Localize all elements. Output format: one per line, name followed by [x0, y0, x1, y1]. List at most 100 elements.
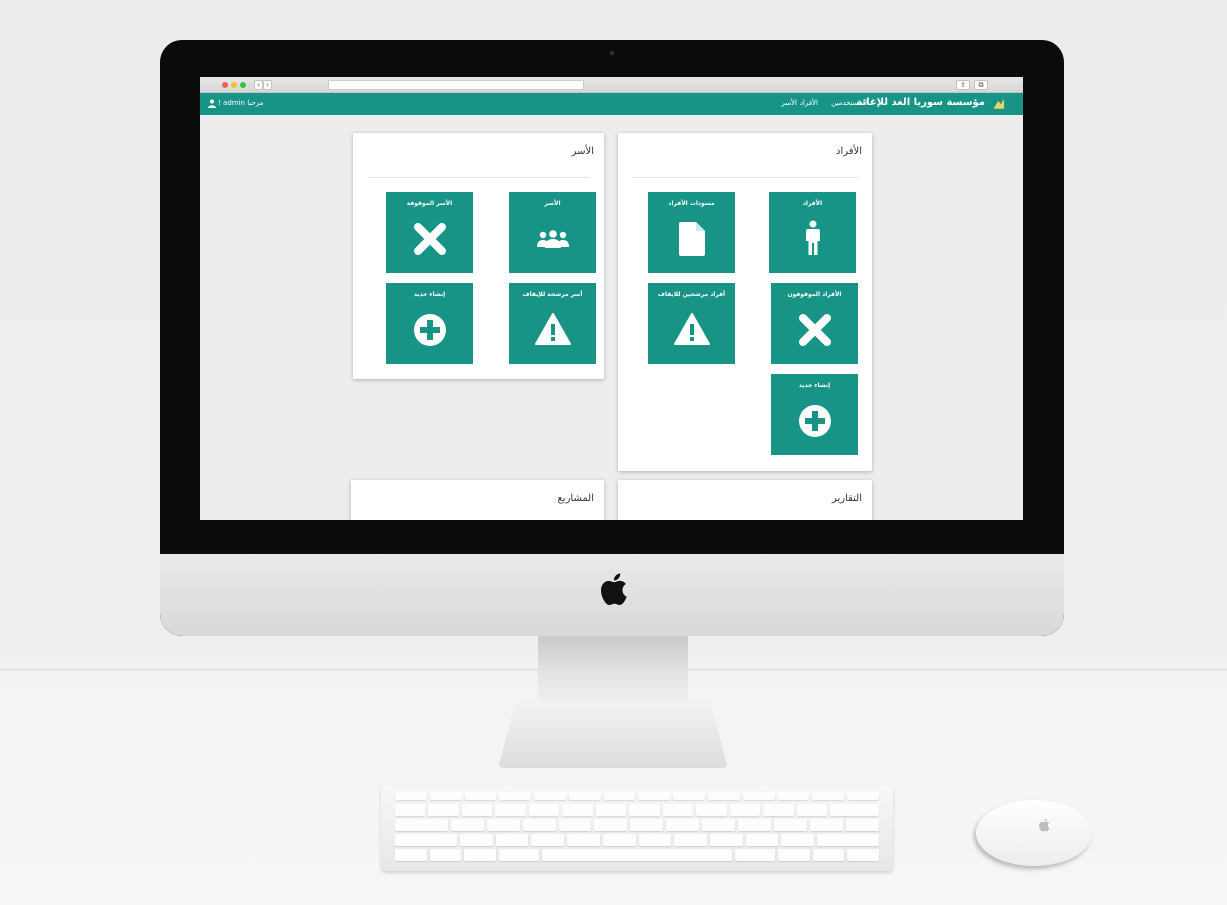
tile-families[interactable]: الأسر: [509, 192, 596, 273]
tile-individuals[interactable]: الأفراد: [769, 192, 856, 273]
nav-link-users[interactable]: المستخدمين: [831, 99, 867, 107]
key: [812, 849, 845, 861]
key: [499, 792, 532, 800]
key: [562, 804, 593, 816]
minimize-window-button[interactable]: [231, 82, 237, 88]
key: [594, 819, 628, 831]
keyboard-row: [395, 834, 880, 846]
key: [630, 819, 664, 831]
tile-candidate-families[interactable]: أسر مرشحة للإيقاف: [509, 283, 596, 364]
warning-icon: [673, 313, 710, 345]
key: [603, 792, 636, 800]
group-icon: [536, 230, 569, 248]
key: [495, 834, 529, 846]
key: [816, 834, 880, 846]
key: [673, 792, 706, 800]
key: [781, 834, 814, 846]
key: [429, 849, 461, 861]
key: [395, 849, 427, 861]
share-button[interactable]: ⇧: [956, 80, 970, 90]
tabs-button[interactable]: ⧉: [974, 80, 988, 90]
forward-button[interactable]: ›: [263, 80, 272, 90]
tile-create-individual[interactable]: إنشاء جديد: [771, 374, 858, 455]
key: [450, 819, 484, 831]
apple-logo-icon: [1039, 818, 1050, 832]
key: [674, 834, 707, 846]
tile-label: أفراد مرشحين للايقاف: [657, 291, 726, 298]
tile-drafts[interactable]: مسودات الأفراد: [648, 192, 735, 273]
key: [461, 804, 493, 816]
top-navbar: مؤسسة سوريا الغد للإغاثة المستخدمين الأف…: [200, 93, 1023, 115]
key: [595, 804, 627, 816]
key: [830, 804, 880, 816]
key: [666, 819, 700, 831]
key: [778, 849, 810, 861]
key: [696, 804, 727, 816]
key: [531, 834, 565, 846]
keyboard: [381, 785, 893, 871]
keyboard-row: [395, 819, 879, 831]
tile-label: الأسر الموقوفة: [406, 200, 453, 207]
tile-candidate-individuals[interactable]: أفراد مرشحين للايقاف: [648, 283, 735, 364]
tile-create-family[interactable]: إنشاء جديد: [386, 283, 473, 364]
key: [428, 804, 459, 816]
key: [847, 849, 879, 861]
key: [708, 792, 740, 800]
key: [568, 792, 601, 800]
panel-individuals: الأفراد الأفراد مسودات الأفراد الأفراد ا…: [618, 133, 872, 471]
screen: ‹ › ⇧ ⧉ مؤسسة سوريا الغد للإغاثة المستخد…: [200, 77, 1023, 520]
tile-label: الأسر: [544, 200, 561, 207]
key: [395, 792, 427, 800]
magic-mouse: [976, 800, 1092, 866]
key: [734, 849, 776, 861]
key: [812, 792, 845, 800]
key: [395, 834, 458, 846]
key: [662, 804, 694, 816]
key: [629, 804, 660, 816]
key: [846, 819, 879, 831]
person-icon: [805, 220, 820, 255]
plus-circle-icon: [413, 314, 446, 346]
apple-logo-icon: [600, 573, 627, 606]
brand-logo-icon[interactable]: [993, 98, 1005, 110]
key: [558, 819, 592, 831]
warning-icon: [534, 313, 571, 345]
divider: [367, 177, 590, 178]
tile-suspended-families[interactable]: الأسر الموقوفة: [386, 192, 473, 273]
key: [777, 792, 810, 800]
panel-title: المشاريع: [557, 493, 594, 504]
key: [495, 804, 526, 816]
panel-families: الأسر الأسر الأسر الموقوفة أسر مرشحة للإ…: [353, 133, 604, 379]
keyboard-row: [395, 792, 879, 800]
brand-name[interactable]: مؤسسة سوريا الغد للإغاثة: [856, 97, 985, 108]
tile-suspended-individuals[interactable]: الأفراد الموقوفون: [771, 283, 858, 364]
key: [498, 849, 540, 861]
key: [395, 804, 426, 816]
address-bar[interactable]: [328, 80, 584, 90]
spacebar: [542, 849, 732, 861]
key: [729, 804, 761, 816]
monitor-stand-neck: [538, 636, 688, 706]
divider: [632, 177, 858, 178]
monitor-chin: [160, 554, 1064, 636]
close-window-button[interactable]: [222, 82, 228, 88]
user-icon[interactable]: [208, 99, 216, 108]
nav-link-individuals[interactable]: الأفراد: [800, 99, 818, 107]
panel-title: التقارير: [831, 493, 862, 504]
maximize-window-button[interactable]: [240, 82, 246, 88]
tile-label: إنشاء جديد: [413, 291, 446, 298]
nav-link-families[interactable]: الأسر: [781, 99, 797, 107]
key: [742, 792, 775, 800]
key: [774, 819, 808, 831]
tile-label: الأفراد: [802, 200, 823, 207]
key: [847, 792, 879, 800]
key: [810, 819, 844, 831]
key: [638, 834, 672, 846]
back-button[interactable]: ‹: [254, 80, 263, 90]
tile-label: أسر مرشحة للإيقاف: [522, 291, 583, 298]
key: [638, 792, 671, 800]
key: [486, 819, 520, 831]
key: [709, 834, 743, 846]
tile-label: مسودات الأفراد: [668, 200, 715, 207]
user-greeting[interactable]: مرحبا admin !: [218, 99, 263, 107]
